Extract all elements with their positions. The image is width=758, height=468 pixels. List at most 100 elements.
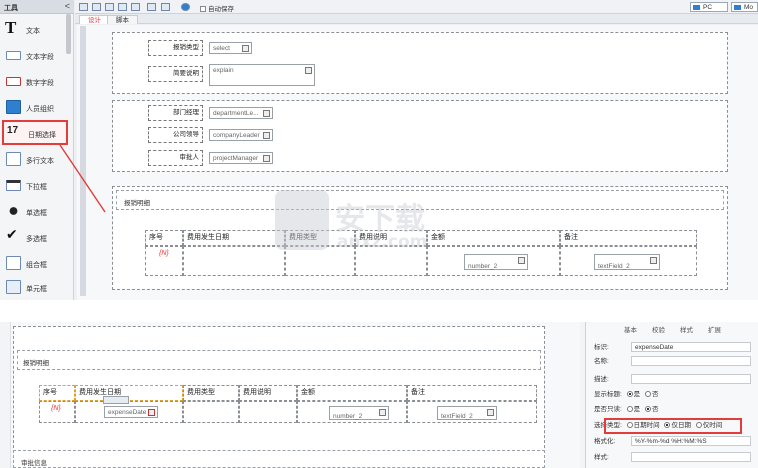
detail-title-bar	[17, 350, 541, 370]
watermark: 安下载 anxz.com	[275, 190, 455, 260]
textfield-icon	[6, 51, 21, 60]
properties-panel: 基本 校验 样式 扩展 标识: expenseDate 名称: 描述: 显示标题…	[585, 322, 758, 468]
table-header-type: 费用类型	[183, 385, 239, 401]
tool-person[interactable]: 人员组织	[2, 96, 68, 120]
field-value: expenseDate	[108, 409, 147, 416]
table-cell-date[interactable]	[183, 246, 285, 276]
view-mobile-select[interactable]: Mo	[731, 2, 758, 12]
select-value: select	[213, 45, 230, 52]
prop-format-row: 格式化: %Y-%m-%d %H:%M:%S	[594, 436, 751, 447]
table-row-index: {N}	[145, 246, 183, 276]
table-header-date: 费用发生日期	[183, 230, 285, 246]
print-icon[interactable]	[118, 3, 127, 11]
autosave-label: 自动保存	[208, 6, 234, 13]
text-icon: T	[5, 18, 17, 37]
prop-readonly-label: 是否只读:	[594, 406, 622, 413]
save-icon[interactable]	[79, 3, 88, 11]
radio-icon[interactable]	[626, 391, 633, 397]
design-canvas: 报销明细 序号 费用发生日期 费用类型 费用说明 金额 备注 {N} expen…	[10, 322, 580, 468]
amount-field[interactable]: number_2	[329, 406, 389, 420]
prop-tab-basic[interactable]: 基本	[624, 324, 637, 334]
prop-tab-extend[interactable]: 扩展	[708, 324, 721, 334]
preview-icon[interactable]	[105, 3, 114, 11]
designer-properties-window: 报销明细 序号 费用发生日期 费用类型 费用说明 金额 备注 {N} expen…	[0, 322, 758, 468]
tool-label: 单元框	[26, 286, 47, 293]
approver-field[interactable]: projectManager	[209, 152, 273, 164]
table-header-index: 序号	[39, 385, 75, 401]
prop-name-label: 名称:	[594, 358, 609, 365]
prop-tab-style[interactable]: 样式	[680, 324, 693, 334]
prop-name-input[interactable]	[631, 356, 751, 366]
tool-numberfield[interactable]: 数字字段	[2, 70, 68, 94]
radio-icon[interactable]	[644, 406, 651, 412]
radio-icon[interactable]	[644, 391, 651, 397]
monitor-icon	[693, 5, 700, 10]
reimburse-type-select[interactable]: select	[209, 42, 252, 54]
prop-id-input[interactable]: expenseDate	[631, 342, 751, 352]
tab-script[interactable]: 脚本	[107, 15, 138, 24]
radio-label: 是	[633, 391, 641, 398]
table-header-note: 备注	[560, 230, 697, 246]
tool-checkbox[interactable]: ✔ 多选框	[2, 226, 68, 250]
textarea-value: explain	[213, 67, 234, 74]
tool-label: 日期选择	[28, 132, 56, 139]
help-icon[interactable]	[181, 3, 190, 11]
expense-date-field[interactable]: expenseDate	[104, 406, 158, 418]
radio-label: 否	[651, 391, 659, 398]
autosave-checkbox[interactable]: 自动保存	[200, 3, 234, 13]
prop-style-label: 样式:	[594, 454, 609, 461]
company-leader-field[interactable]: companyLeader	[209, 129, 273, 141]
tab-design[interactable]: 设计	[79, 15, 110, 24]
table-header-amount: 金额	[297, 385, 407, 401]
view-pc-select[interactable]: PC	[690, 2, 728, 12]
calendar-icon	[148, 409, 155, 416]
prop-show-title-label: 显示标题:	[594, 391, 622, 398]
tool-textfield[interactable]: 文本字段	[2, 44, 68, 68]
prop-tab-validate[interactable]: 校验	[652, 324, 665, 334]
prop-format-input[interactable]: %Y-%m-%d %H:%M:%S	[631, 436, 751, 446]
approval-section-title: 审批信息	[21, 460, 47, 467]
number-field-icon	[6, 77, 21, 86]
brush-icon[interactable]	[131, 3, 140, 11]
collapse-icon[interactable]: <	[65, 1, 70, 11]
edit-icon	[487, 409, 494, 416]
form-header-block	[112, 32, 728, 94]
tool-label: 组合框	[26, 262, 47, 269]
settings-icon[interactable]	[147, 3, 156, 11]
checkbox-icon: ✔	[6, 226, 18, 242]
expand-icon	[305, 67, 312, 74]
table-cell-desc[interactable]	[239, 401, 297, 423]
prop-id-label: 标识:	[594, 344, 609, 351]
tool-text[interactable]: T 文本	[2, 18, 68, 42]
export-icon[interactable]	[161, 3, 170, 11]
save-as-icon[interactable]	[92, 3, 101, 11]
field-value: textField_2	[441, 413, 473, 420]
table-header-note: 备注	[407, 385, 537, 401]
view-pc-label: PC	[703, 4, 713, 11]
tool-label: 文本	[26, 28, 40, 35]
prop-format-label: 格式化:	[594, 438, 616, 445]
edit-icon	[379, 409, 386, 416]
table-header-date: 费用发生日期	[75, 385, 183, 401]
note-field[interactable]: textField_2	[594, 254, 660, 270]
table-cell-type[interactable]	[183, 401, 239, 423]
prop-desc-label: 描述:	[594, 376, 609, 383]
field-toolbar[interactable]	[103, 396, 129, 404]
tool-cell[interactable]: 单元框	[2, 276, 68, 300]
sidebar-header: 工具 <	[0, 0, 74, 14]
prop-desc-input[interactable]	[631, 374, 751, 384]
radio-icon	[6, 204, 21, 218]
reimburse-type-label: 报销类型	[148, 40, 203, 56]
dept-manager-field[interactable]: departmentLe...	[209, 107, 273, 119]
prop-name-row: 名称:	[594, 356, 751, 367]
amount-field[interactable]: number_2	[464, 254, 528, 270]
tool-label: 多选框	[26, 236, 47, 243]
radio-icon[interactable]	[626, 406, 633, 412]
field-value: textField_2	[598, 263, 630, 270]
tool-combo[interactable]: 组合框	[2, 252, 68, 276]
designer-window: 工具 < T 文本 文本字段 数字字段 人员组织 17 日期选择 多行文本 下拉…	[0, 0, 758, 300]
prop-style-input[interactable]	[631, 452, 751, 462]
brief-textarea[interactable]: explain	[209, 64, 315, 86]
note-field[interactable]: textField_2	[437, 406, 497, 420]
prop-style-row: 样式:	[594, 452, 751, 463]
